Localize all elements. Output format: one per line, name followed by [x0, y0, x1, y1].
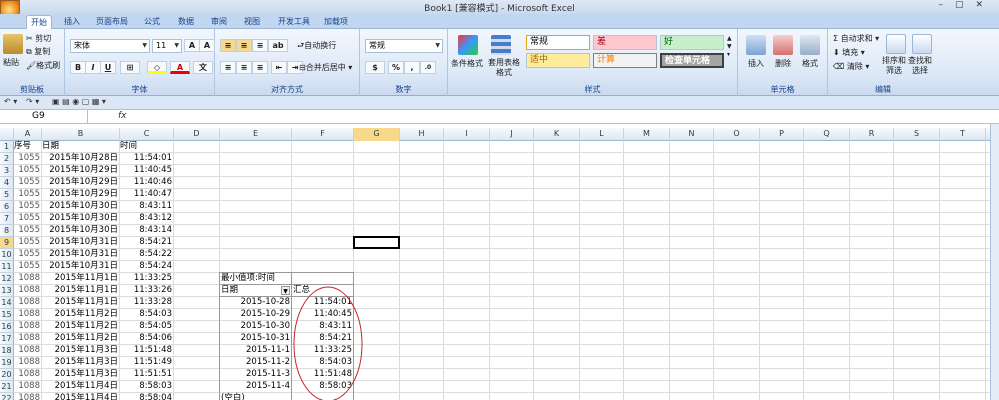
excel-window: Book1 [兼容模式] - Microsoft Excel –▢✕ 开始 插入… [0, 0, 999, 400]
red-circle-annotation [293, 286, 363, 400]
annotation-overlay [293, 286, 363, 400]
